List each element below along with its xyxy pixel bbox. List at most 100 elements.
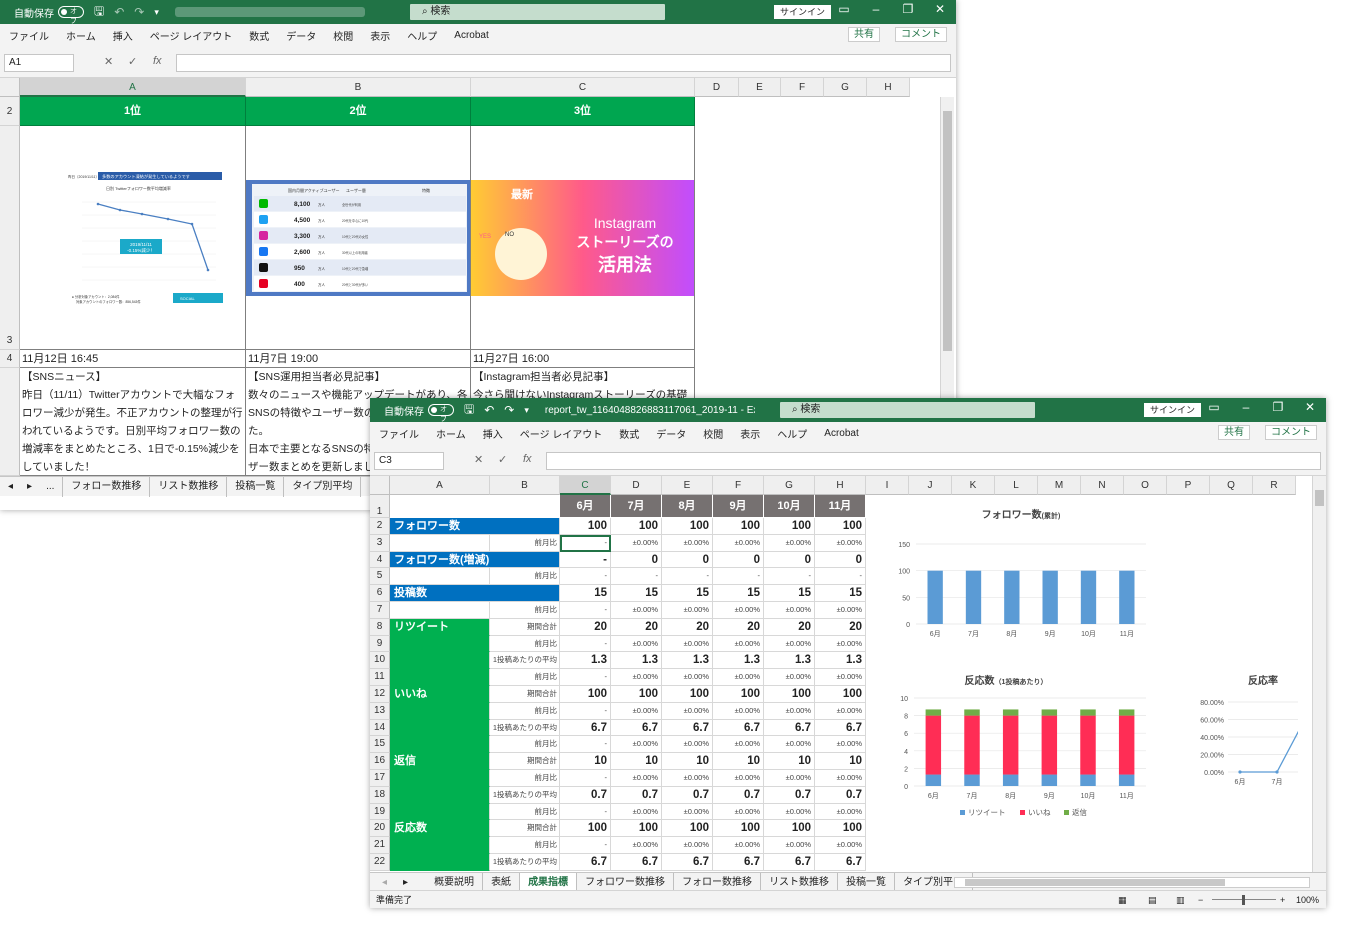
vertical-scrollbar[interactable] — [1312, 476, 1326, 872]
value-cell[interactable]: ±0.00% — [764, 669, 815, 686]
value-cell[interactable]: ±0.00% — [815, 803, 866, 821]
value-cell[interactable]: 100 — [713, 518, 764, 535]
metric-label[interactable]: 反応数 — [390, 820, 490, 838]
value-cell[interactable]: ±0.00% — [764, 702, 815, 720]
select-all-corner[interactable] — [0, 78, 20, 97]
sheet-tab[interactable]: 投稿一覧 — [227, 476, 285, 497]
value-cell[interactable]: ±0.00% — [713, 770, 764, 787]
rank-cell[interactable]: 1位 — [20, 97, 246, 126]
metric-label[interactable] — [390, 635, 490, 653]
customize-qat-icon[interactable]: ▾ — [524, 405, 529, 416]
metric-label[interactable]: 投稿数 — [390, 585, 560, 602]
metric-sublabel[interactable]: 前月比 — [490, 635, 560, 653]
value-cell[interactable]: 0 — [764, 551, 815, 569]
value-cell[interactable]: ±0.00% — [764, 770, 815, 787]
restore-icon[interactable]: ❐ — [898, 2, 918, 16]
row-header[interactable]: 2 — [370, 518, 390, 535]
row-header[interactable]: 22 — [370, 854, 390, 871]
value-cell[interactable]: 6.7 — [764, 719, 815, 737]
value-cell[interactable]: 6.7 — [713, 719, 764, 737]
value-cell[interactable]: ±0.00% — [815, 635, 866, 653]
value-cell[interactable]: ±0.00% — [815, 669, 866, 686]
text-cell[interactable]: 【SNSニュース】 昨日（11/11）Twitterアカウントで大幅なフォ ロワー減… — [20, 368, 246, 476]
name-box[interactable]: C3 — [374, 452, 444, 470]
value-cell[interactable]: 20 — [662, 618, 713, 636]
value-cell[interactable]: ±0.00% — [713, 736, 764, 754]
column-header[interactable]: B — [490, 476, 560, 495]
ribbon-tab-3[interactable]: ページ レイアウト — [520, 426, 603, 441]
value-cell[interactable]: 100 — [764, 820, 815, 838]
value-cell[interactable]: ±0.00% — [662, 770, 713, 787]
value-cell[interactable]: 1.3 — [611, 652, 662, 670]
value-cell[interactable]: 15 — [560, 585, 611, 602]
value-cell[interactable]: 20 — [713, 618, 764, 636]
value-cell[interactable]: 1.3 — [713, 652, 764, 670]
value-cell[interactable]: 15 — [764, 585, 815, 602]
value-cell[interactable]: - — [560, 770, 611, 787]
value-cell[interactable]: 0.7 — [611, 786, 662, 804]
value-cell[interactable]: 6.7 — [611, 719, 662, 737]
value-cell[interactable]: ±0.00% — [713, 602, 764, 619]
value-cell[interactable]: 100 — [815, 686, 866, 703]
ribbon-tab-9[interactable]: Acrobat — [454, 30, 488, 41]
row-header[interactable]: 13 — [370, 702, 390, 720]
metric-sublabel[interactable]: 前月比 — [490, 702, 560, 720]
value-cell[interactable]: ±0.00% — [611, 770, 662, 787]
chart-reactions[interactable]: 反応数（1投稿あたり） 0 2 4 6 8 10 6月 7月 8月 9月 10月 11月リツイート いいね… — [876, 672, 1166, 822]
ribbon-tab-6[interactable]: 校閲 — [703, 426, 723, 441]
row-header[interactable]: 18 — [370, 786, 390, 804]
sheet-tab[interactable]: ... — [38, 476, 64, 497]
function-icon[interactable]: fx — [153, 55, 162, 67]
scrollbar-thumb[interactable] — [943, 111, 952, 351]
row-header[interactable]: 11 — [370, 669, 390, 686]
row-header[interactable]: 15 — [370, 736, 390, 754]
metric-label[interactable] — [390, 602, 490, 619]
value-cell[interactable]: - — [560, 837, 611, 854]
row-header[interactable]: 17 — [370, 770, 390, 787]
month-header[interactable]: 6月 — [560, 495, 611, 518]
row-header[interactable]: 2 — [0, 97, 20, 126]
ribbon-tab-2[interactable]: 挿入 — [113, 28, 133, 43]
row-header[interactable]: 9 — [370, 635, 390, 653]
redo-icon[interactable]: ↷ — [504, 403, 514, 417]
value-cell[interactable]: - — [815, 568, 866, 586]
value-cell[interactable]: 1.3 — [764, 652, 815, 670]
column-header[interactable]: O — [1124, 476, 1167, 495]
column-header[interactable]: Q — [1210, 476, 1253, 495]
redo-icon[interactable]: ↷ — [134, 5, 144, 19]
row-header[interactable]: 7 — [370, 602, 390, 619]
value-cell[interactable]: 100 — [611, 518, 662, 535]
value-cell[interactable]: 100 — [560, 820, 611, 838]
value-cell[interactable]: ±0.00% — [662, 534, 713, 552]
metric-label[interactable] — [390, 786, 490, 804]
date-cell[interactable]: 11月27日 16:00 — [471, 350, 695, 368]
ribbon-tab-7[interactable]: 表示 — [740, 426, 760, 441]
row-header[interactable]: 1 — [370, 495, 390, 518]
column-header[interactable]: P — [1167, 476, 1210, 495]
metric-sublabel[interactable]: 1投稿あたりの平均 — [490, 719, 560, 737]
value-cell[interactable]: ±0.00% — [815, 770, 866, 787]
value-cell[interactable]: 15 — [815, 585, 866, 602]
column-header[interactable]: L — [995, 476, 1038, 495]
metric-sublabel[interactable]: 前月比 — [490, 770, 560, 787]
row-header[interactable]: 6 — [370, 585, 390, 602]
metric-sublabel[interactable]: 期間合計 — [490, 753, 560, 770]
image-cell[interactable]: 昨日（2019/11/11） 多数のアカウント凍結が発生しているようです 日別 Tw… — [20, 126, 246, 350]
select-all-corner[interactable] — [370, 476, 390, 495]
metric-sublabel[interactable]: 前月比 — [490, 602, 560, 619]
column-header[interactable]: C — [560, 476, 611, 495]
chart-reaction-rate[interactable]: 反応率0.00%20.00%40.00%60.00%80.00%6月7月8 — [1158, 672, 1298, 822]
value-cell[interactable]: 100 — [560, 686, 611, 703]
name-box[interactable]: A1 — [4, 54, 74, 72]
row-header[interactable]: 16 — [370, 753, 390, 770]
column-header[interactable]: G — [824, 78, 867, 97]
value-cell[interactable]: ±0.00% — [764, 736, 815, 754]
column-header[interactable]: A — [20, 78, 246, 97]
column-header[interactable]: B — [246, 78, 471, 97]
month-header[interactable]: 8月 — [662, 495, 713, 518]
value-cell[interactable]: ±0.00% — [815, 602, 866, 619]
value-cell[interactable]: 10 — [611, 753, 662, 770]
value-cell[interactable]: 0 — [662, 551, 713, 569]
value-cell[interactable]: 1.3 — [815, 652, 866, 670]
function-icon[interactable]: fx — [523, 453, 532, 465]
